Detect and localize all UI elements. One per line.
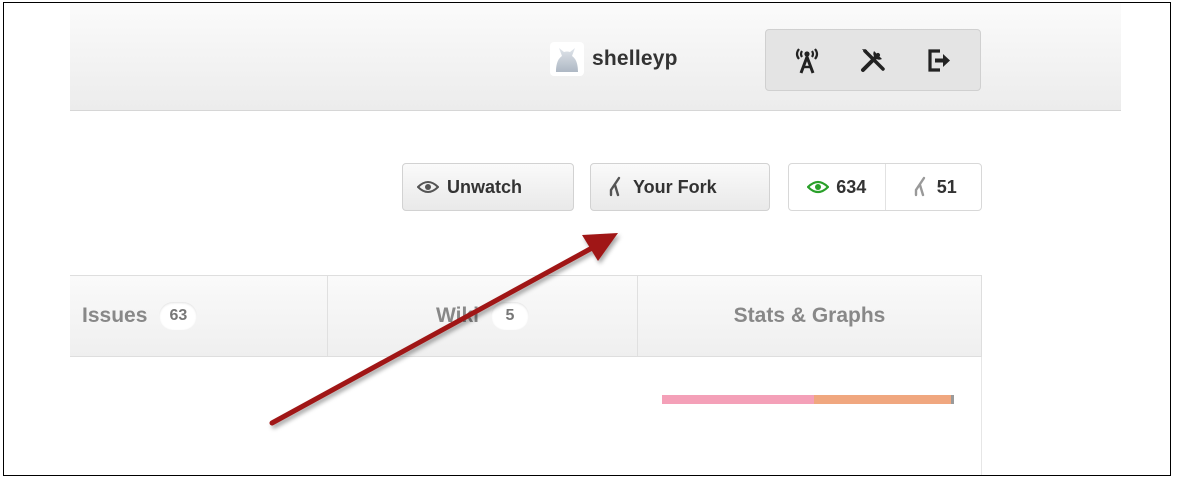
user-menu[interactable]: shelleyp [550, 41, 678, 77]
tab-stats-label: Stats & Graphs [733, 304, 886, 327]
screenshot-frame: shelleyp Unwatch Your Fork 634 51 Issues… [3, 2, 1171, 476]
repo-tabs: Issues 63 Wiki 5 Stats & Graphs [70, 275, 982, 357]
tab-stats-graphs[interactable]: Stats & Graphs [637, 276, 981, 356]
unwatch-label: Unwatch [447, 176, 523, 197]
forks-count[interactable]: 51 [884, 164, 982, 210]
header-actions [765, 29, 981, 91]
language-bar-segment [813, 395, 952, 404]
forks-count-value: 51 [936, 176, 957, 197]
watchers-count[interactable]: 634 [789, 164, 885, 210]
header-bar: shelleyp [70, 3, 1121, 111]
fork-button[interactable]: Your Fork [590, 163, 770, 211]
watchers-count-value: 634 [836, 176, 867, 197]
tools-icon[interactable] [853, 40, 893, 80]
tab-issues[interactable]: Issues 63 [70, 276, 327, 356]
fork-icon [609, 176, 621, 197]
repo-content-area [70, 357, 982, 475]
repo-counts: 634 51 [788, 163, 982, 211]
tab-wiki-label: Wiki [436, 304, 479, 327]
language-bar[interactable] [662, 395, 954, 404]
unwatch-button[interactable]: Unwatch [402, 163, 574, 211]
tab-issues-label: Issues [82, 304, 148, 327]
eye-icon [417, 181, 439, 193]
eye-icon [807, 180, 830, 194]
issues-count-badge: 63 [159, 302, 198, 330]
fork-label: Your Fork [633, 176, 717, 197]
wiki-count-badge: 5 [490, 302, 529, 330]
broadcast-icon[interactable] [787, 40, 827, 80]
sign-out-icon[interactable] [919, 40, 959, 80]
language-bar-segment [662, 395, 814, 404]
fork-icon [914, 176, 925, 197]
username[interactable]: shelleyp [592, 47, 678, 71]
tab-wiki[interactable]: Wiki 5 [327, 276, 637, 356]
avatar [550, 42, 584, 76]
language-bar-segment [951, 395, 954, 404]
